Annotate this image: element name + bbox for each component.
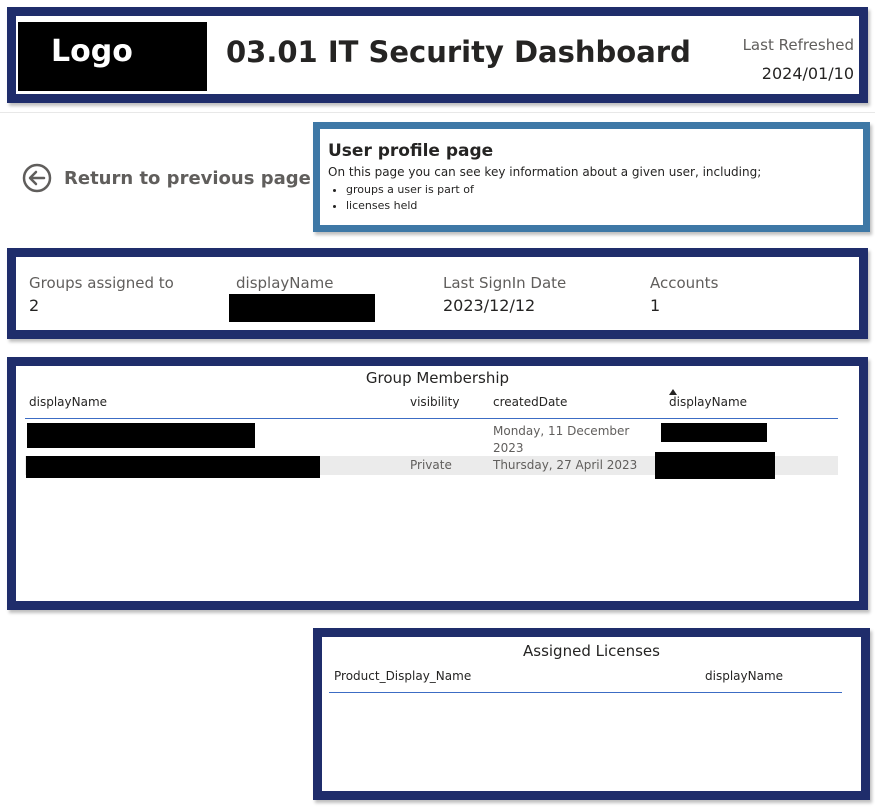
kpi-value: 1 bbox=[650, 296, 661, 315]
logo: Logo bbox=[18, 22, 207, 91]
assigned-licenses-panel: Assigned Licenses Product_Display_Name d… bbox=[313, 628, 870, 800]
assigned-licenses-title: Assigned Licenses bbox=[523, 642, 660, 660]
info-bullet: groups a user is part of bbox=[346, 182, 474, 198]
kpi-label: Last SignIn Date bbox=[443, 274, 567, 292]
header-panel: Logo 03.01 IT Security Dashboard Last Re… bbox=[7, 7, 868, 103]
cell-created-date: Monday, 11 December 2023 bbox=[493, 423, 629, 457]
table-header-divider bbox=[329, 692, 842, 693]
redacted-display-name bbox=[229, 294, 375, 322]
kpi-last-signin: Last SignIn Date 2023/12/12 bbox=[443, 274, 566, 315]
arrow-left-circle-icon[interactable] bbox=[22, 163, 52, 193]
table-row[interactable]: Private Thursday, 27 April 2023 bbox=[25, 452, 838, 479]
info-bullet: licenses held bbox=[346, 198, 474, 214]
return-button[interactable]: Return to previous page bbox=[22, 163, 311, 193]
column-header-displayname[interactable]: displayName bbox=[29, 395, 107, 409]
page-title: 03.01 IT Security Dashboard bbox=[226, 35, 691, 69]
info-panel: User profile page On this page you can s… bbox=[313, 122, 870, 232]
cell-created-date: Thursday, 27 April 2023 bbox=[493, 458, 638, 472]
redacted-owner-name bbox=[661, 423, 767, 442]
kpi-display-name: displayName bbox=[236, 274, 334, 296]
kpi-value: 2023/12/12 bbox=[443, 296, 536, 315]
table-header-divider bbox=[25, 418, 838, 419]
kpi-label: Accounts bbox=[650, 274, 719, 292]
redacted-group-name bbox=[27, 423, 255, 448]
kpi-panel: Groups assigned to 2 displayName Last Si… bbox=[7, 248, 868, 339]
return-label[interactable]: Return to previous page bbox=[64, 168, 311, 189]
kpi-groups-assigned: Groups assigned to 2 bbox=[29, 274, 174, 315]
group-membership-title: Group Membership bbox=[365, 369, 510, 387]
last-refreshed-value: 2024/01/10 bbox=[761, 64, 854, 83]
kpi-value: 2 bbox=[29, 296, 40, 315]
redacted-group-name bbox=[26, 456, 320, 478]
kpi-label: Groups assigned to bbox=[29, 274, 174, 292]
column-header-product-display-name[interactable]: Product_Display_Name bbox=[334, 669, 471, 683]
column-header-visibility[interactable]: visibility bbox=[410, 395, 459, 409]
table-row[interactable]: Monday, 11 December 2023 bbox=[25, 420, 838, 455]
column-header-createddate[interactable]: createdDate bbox=[493, 395, 567, 409]
cell-created-date-line1: Monday, 11 December bbox=[493, 424, 630, 438]
header-divider bbox=[0, 112, 875, 113]
cell-visibility: Private bbox=[410, 458, 452, 472]
cell-created-date-line2: 2023 bbox=[493, 441, 524, 455]
column-header-displayname[interactable]: displayName bbox=[705, 669, 783, 683]
info-bullet-list: groups a user is part of licenses held bbox=[336, 182, 474, 214]
info-title: User profile page bbox=[328, 141, 494, 161]
last-refreshed-label: Last Refreshed bbox=[742, 36, 854, 54]
kpi-accounts: Accounts 1 bbox=[650, 274, 718, 315]
info-description: On this page you can see key information… bbox=[328, 165, 762, 179]
column-header-owner-displayname[interactable]: displayName bbox=[669, 395, 747, 409]
redacted-owner-name bbox=[655, 452, 775, 479]
group-membership-panel: Group Membership displayName visibility … bbox=[7, 357, 868, 610]
kpi-label: displayName bbox=[236, 274, 334, 292]
